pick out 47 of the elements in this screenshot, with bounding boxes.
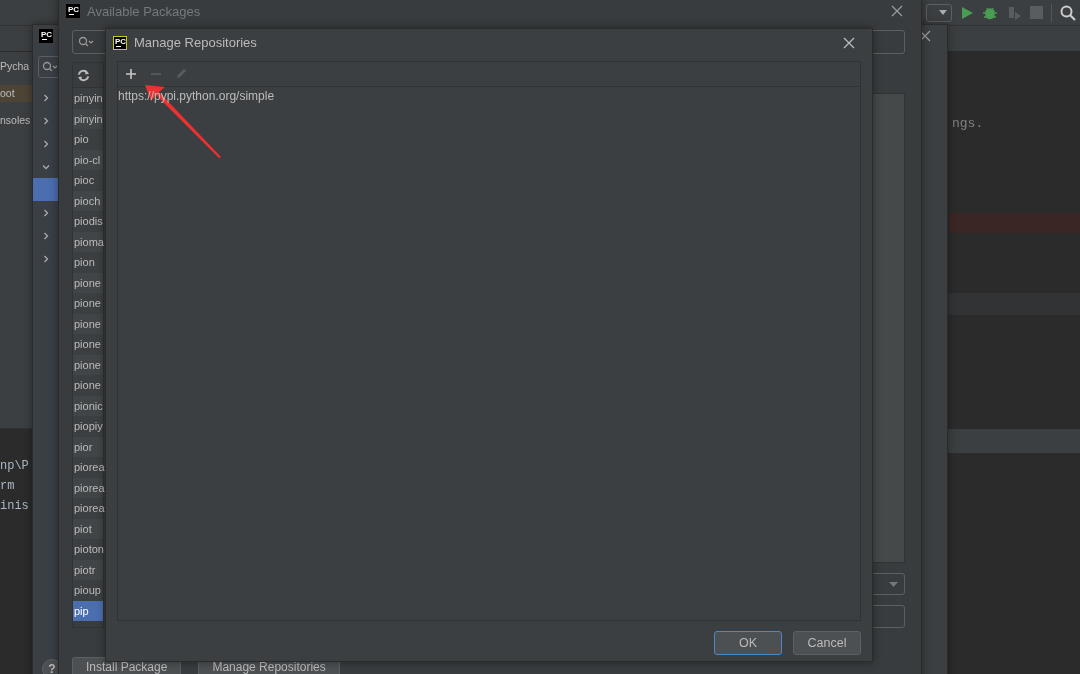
chevron-icon[interactable]: [42, 231, 50, 240]
caret-icon: [889, 581, 898, 587]
package-item[interactable]: pionic: [73, 395, 103, 416]
chevron-icon[interactable]: [42, 208, 50, 217]
run-icon[interactable]: [960, 5, 974, 20]
pycharm-logo: PC: [66, 4, 80, 18]
package-item[interactable]: piot: [73, 518, 103, 539]
pycharm-logo: PC: [39, 28, 53, 43]
package-item[interactable]: pioma: [73, 231, 103, 252]
refresh-icon[interactable]: [77, 68, 90, 82]
project-tree-item[interactable]: Pycha: [0, 58, 32, 75]
chevron-icon[interactable]: [42, 93, 50, 102]
dialog-title: Manage Repositories: [134, 35, 257, 50]
package-item[interactable]: pip: [73, 600, 103, 621]
close-button[interactable]: [891, 5, 903, 17]
search-icon[interactable]: [78, 36, 94, 48]
pycharm-logo: PC: [113, 35, 127, 50]
editor-text: ngs.: [952, 116, 985, 131]
console-line: inis: [0, 499, 30, 513]
plus-icon[interactable]: [124, 67, 138, 81]
package-item[interactable]: pio-cl: [73, 149, 103, 170]
project-tree-item[interactable]: oot: [0, 85, 32, 102]
package-item[interactable]: pior: [73, 436, 103, 457]
search-icon[interactable]: [42, 61, 58, 73]
project-tree-item[interactable]: nsoles: [0, 112, 32, 129]
chevron-icon[interactable]: [42, 162, 50, 171]
ok-button[interactable]: OK: [714, 631, 782, 655]
chevron-icon[interactable]: [42, 254, 50, 263]
chevron-icon[interactable]: [42, 139, 50, 148]
package-item[interactable]: pione: [73, 272, 103, 293]
package-item[interactable]: piotr: [73, 559, 103, 580]
console-line: rm: [0, 479, 16, 493]
chevron-icon[interactable]: [42, 116, 50, 125]
close-button[interactable]: [919, 29, 931, 42]
package-item[interactable]: pioch: [73, 190, 103, 211]
run-configuration-dropdown[interactable]: [926, 3, 952, 22]
close-button[interactable]: [843, 36, 855, 49]
package-item[interactable]: pinyin: [73, 108, 103, 129]
settings-tree-row[interactable]: [33, 178, 59, 201]
caret-icon: [939, 10, 947, 15]
package-item[interactable]: pione: [73, 313, 103, 334]
package-item[interactable]: piorea: [73, 477, 103, 498]
window-title: Available Packages: [87, 3, 201, 19]
package-item[interactable]: pione: [73, 354, 103, 375]
search-icon[interactable]: [1060, 4, 1076, 21]
cancel-button[interactable]: Cancel: [793, 631, 861, 655]
console-line: np\P: [0, 459, 30, 473]
